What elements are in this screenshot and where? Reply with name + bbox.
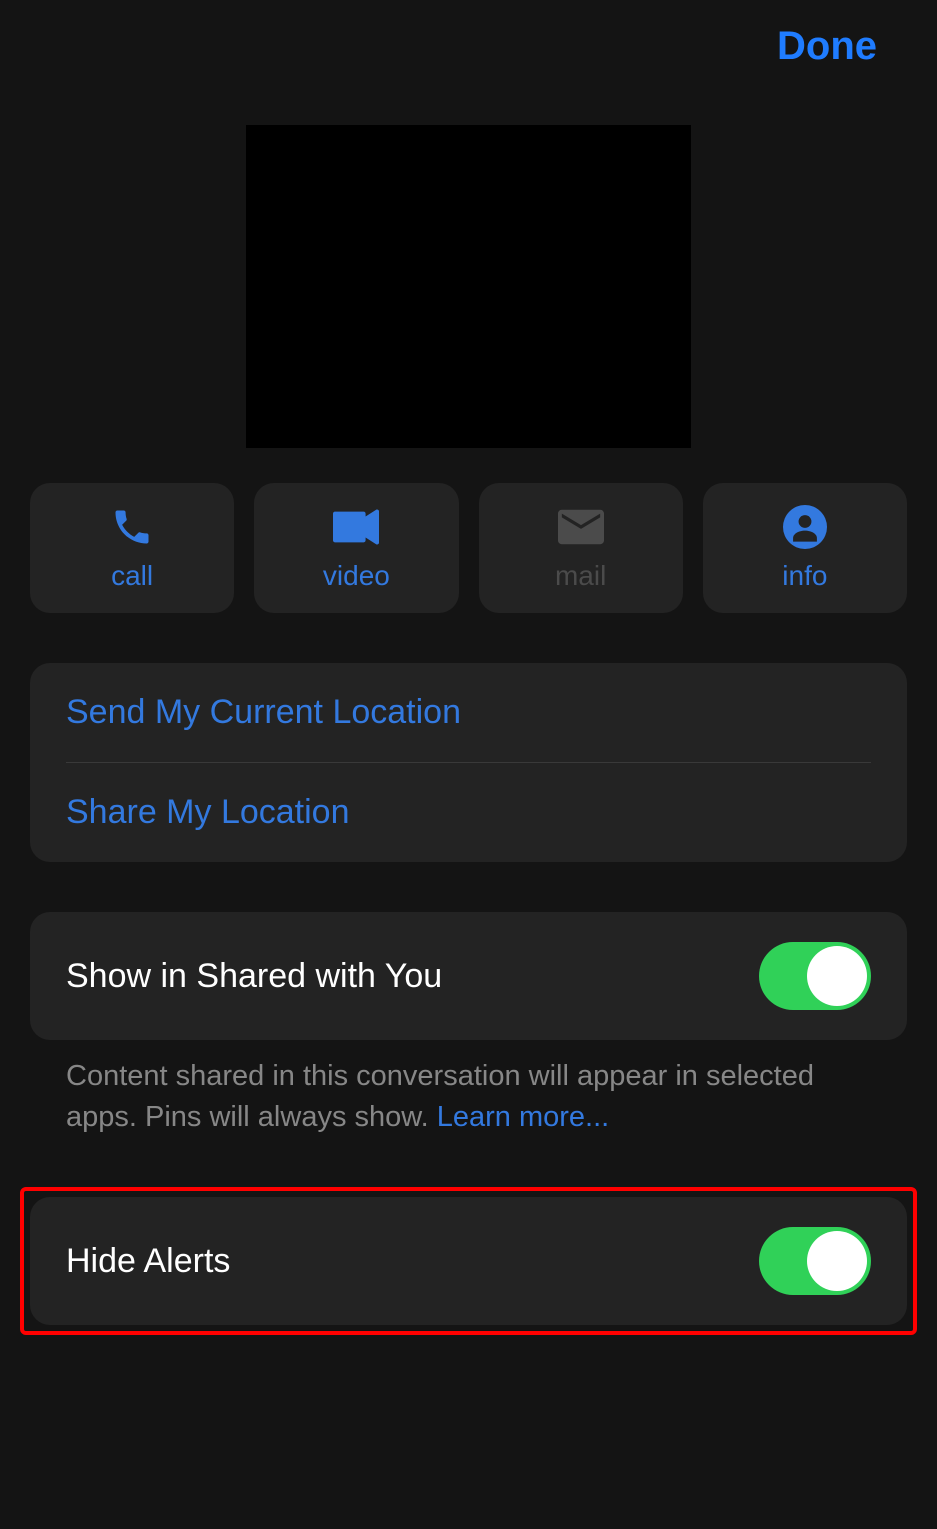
- call-label: call: [111, 560, 153, 592]
- toggle-knob: [807, 1231, 867, 1291]
- share-location-button[interactable]: Share My Location: [30, 763, 907, 862]
- learn-more-link[interactable]: Learn more...: [437, 1101, 609, 1133]
- hide-alerts-label: Hide Alerts: [66, 1242, 230, 1281]
- send-location-button[interactable]: Send My Current Location: [30, 663, 907, 762]
- video-icon: [333, 504, 379, 550]
- hide-alerts-row: Hide Alerts: [30, 1197, 907, 1325]
- mail-icon: [558, 504, 604, 550]
- info-button[interactable]: info: [703, 483, 907, 613]
- shared-with-you-toggle[interactable]: [759, 942, 871, 1010]
- contact-image: [246, 125, 691, 448]
- highlight-box: Hide Alerts: [20, 1187, 917, 1335]
- shared-with-you-row: Show in Shared with You: [30, 912, 907, 1040]
- video-label: video: [323, 560, 390, 592]
- location-section: Send My Current Location Share My Locati…: [30, 663, 907, 862]
- phone-icon: [109, 504, 155, 550]
- toggle-knob: [807, 946, 867, 1006]
- video-button[interactable]: video: [254, 483, 458, 613]
- hide-alerts-section: Hide Alerts: [30, 1197, 907, 1325]
- hide-alerts-toggle[interactable]: [759, 1227, 871, 1295]
- shared-section: Show in Shared with You: [30, 912, 907, 1040]
- mail-label: mail: [555, 560, 606, 592]
- info-label: info: [782, 560, 827, 592]
- call-button[interactable]: call: [30, 483, 234, 613]
- action-row: call video mail info: [0, 448, 937, 613]
- shared-footnote: Content shared in this conversation will…: [0, 1040, 937, 1137]
- shared-with-you-label: Show in Shared with You: [66, 957, 442, 996]
- done-button[interactable]: Done: [777, 24, 877, 69]
- person-icon: [782, 504, 828, 550]
- header: Done: [0, 0, 937, 69]
- mail-button: mail: [479, 483, 683, 613]
